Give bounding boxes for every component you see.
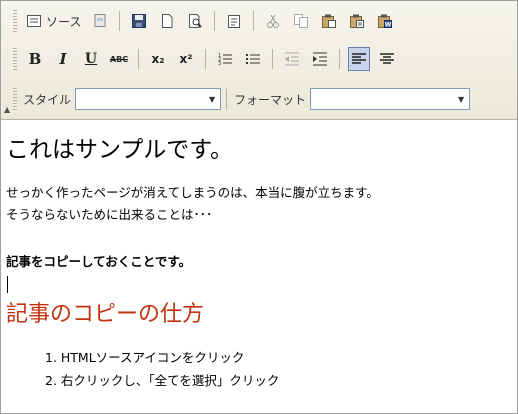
save-icon [131,13,147,29]
paste-icon [321,13,337,29]
numbered-list-icon: 123 [217,51,233,67]
content-ordered-list: 1. HTMLソースアイコンをクリック 2. 右クリックし、「全てを選択」クリッ… [45,347,279,393]
bulleted-list-button[interactable] [242,47,264,71]
toolbar-separator [226,89,228,109]
svg-text:3: 3 [218,61,221,67]
underline-button[interactable]: U [80,47,102,71]
toolbar-separator [339,49,340,69]
align-center-button[interactable] [376,47,398,71]
editor-toolbar: ソース W B I U ABC x₂ x² 1 2 3 スタイル ▼ フォーマッ… [1,1,517,120]
outdent-button[interactable] [281,47,303,71]
align-left-button[interactable] [348,47,370,71]
content-heading: これはサンプルです。 [6,137,234,163]
paste-text-icon [349,13,365,29]
toolbar-separator [138,49,139,69]
list-item: 1. HTMLソースアイコンをクリック [45,350,245,365]
content-bold-text: 記事をコピーしておくことです。 [6,254,192,269]
toolbar-row-3: スタイル ▼ フォーマット ▼ [13,86,471,112]
toolbar-separator [272,49,273,69]
format-label: フォーマット [234,92,307,107]
paste-plain-button[interactable] [346,9,368,33]
toolbar-separator [119,11,121,31]
copy-button[interactable] [290,9,312,33]
format-combo[interactable]: ▼ [310,88,471,110]
toolbar-row-1: ソース W [13,8,399,34]
toolbar-grip[interactable] [13,88,17,110]
toolbar-collapse-icon[interactable]: ▲ [4,105,10,114]
paste-word-icon: W [377,13,393,29]
toolbar-grip[interactable] [13,10,17,32]
align-center-icon [379,51,395,67]
toolbar-separator [214,11,216,31]
rich-text-editor: ソース W B I U ABC x₂ x² 1 2 3 スタイル ▼ フォーマッ… [0,0,518,414]
style-label: スタイル [23,92,72,107]
paste-button[interactable] [318,9,340,33]
style-value [76,89,204,109]
chevron-down-icon[interactable]: ▼ [453,89,469,109]
new-page-button[interactable] [156,9,178,33]
preview-icon [187,13,203,29]
paste-word-button[interactable]: W [374,9,396,33]
paste-text-button[interactable] [223,9,245,33]
new-page-icon [159,13,175,29]
toolbar-row-2: B I U ABC x₂ x² 123 [13,46,401,72]
style-combo[interactable]: ▼ [75,88,222,110]
content-paragraph: そうならないために出来ることは･･･ [6,207,213,222]
source-label: ソース [46,14,82,29]
svg-text:W: W [385,22,392,29]
copy-icon [293,13,309,29]
preview-button[interactable] [184,9,206,33]
toolbar-separator [253,11,255,31]
toolbar-separator [205,49,206,69]
text-caret [7,276,8,293]
templates-icon [92,13,108,29]
italic-button[interactable]: I [52,47,74,71]
editor-content[interactable]: これはサンプルです。 せっかく作ったページが消えてしまうのは、本当に腹が立ちます… [1,120,517,413]
superscript-button[interactable]: x² [175,47,197,71]
indent-icon [312,51,328,67]
format-value [311,89,453,109]
list-item: 2. 右クリックし、「全てを選択」クリック [45,373,280,388]
strikethrough-button[interactable]: ABC [108,47,130,71]
bulleted-list-icon [245,51,261,67]
numbered-list-button[interactable]: 123 [214,47,236,71]
align-left-icon [351,51,367,67]
save-button[interactable] [128,9,150,33]
cut-button[interactable] [262,9,284,33]
source-icon [26,13,42,29]
templates-button[interactable] [89,9,111,33]
chevron-down-icon[interactable]: ▼ [204,89,220,109]
paste-text-icon [226,13,242,29]
indent-button[interactable] [309,47,331,71]
bold-button[interactable]: B [24,47,46,71]
subscript-button[interactable]: x₂ [147,47,169,71]
content-subheading: 記事のコピーの仕方 [6,302,205,327]
toolbar-grip[interactable] [13,48,17,70]
outdent-icon [284,51,300,67]
source-button[interactable]: ソース [24,9,83,33]
cut-icon [265,13,281,29]
content-paragraph: せっかく作ったページが消えてしまうのは、本当に腹が立ちます。 [6,185,379,200]
